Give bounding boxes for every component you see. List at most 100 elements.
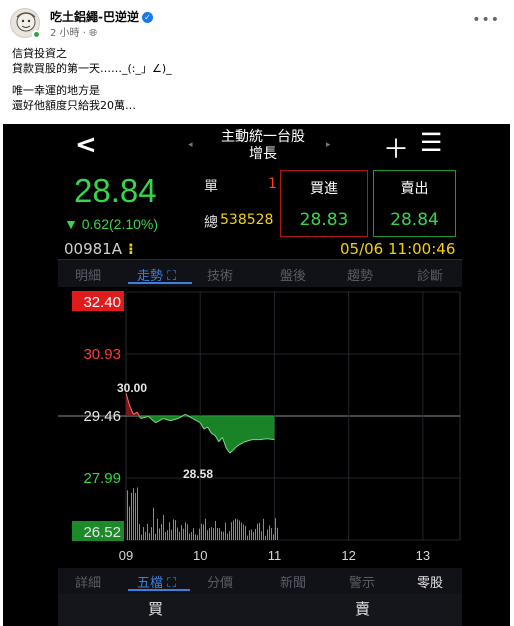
volume-bar bbox=[195, 534, 196, 540]
prev-stock-icon[interactable]: ◂ bbox=[188, 140, 193, 150]
next-stock-icon[interactable]: ▸ bbox=[326, 140, 331, 150]
volume-bar bbox=[135, 493, 136, 540]
volume-bar bbox=[207, 530, 208, 540]
tab-details[interactable]: 詳細 bbox=[75, 572, 101, 591]
post-time[interactable]: 2 小時 · bbox=[50, 28, 86, 39]
y-tick-label: 29.46 bbox=[83, 408, 121, 425]
stock-code-mark: ⁝ bbox=[128, 240, 134, 258]
volume-bar bbox=[259, 522, 260, 540]
high-price-label: 30.00 bbox=[117, 381, 147, 395]
total-volume: 538528 bbox=[220, 212, 274, 228]
volume-bar bbox=[233, 520, 234, 540]
y-tick-label: 32.40 bbox=[83, 294, 121, 311]
tab-technical[interactable]: 技術 bbox=[207, 265, 233, 284]
quote-datetime: 05/06 11:00:46 bbox=[340, 240, 456, 258]
volume-bar bbox=[211, 527, 212, 540]
last-price: 28.84 bbox=[74, 172, 157, 209]
volume-bar bbox=[247, 535, 248, 540]
volume-bar bbox=[193, 527, 194, 540]
volume-bar bbox=[183, 528, 184, 540]
volume-bar bbox=[255, 528, 256, 540]
y-tick-label: 26.52 bbox=[83, 524, 121, 541]
volume-bar bbox=[205, 518, 206, 540]
volume-bars bbox=[127, 487, 278, 540]
buy-label: 買進 bbox=[310, 181, 338, 197]
sell-price: 28.84 bbox=[390, 210, 439, 230]
volume-bar bbox=[273, 534, 274, 540]
volume-bar bbox=[239, 520, 240, 540]
volume-bar bbox=[197, 535, 198, 540]
tab-odd-lot[interactable]: 零股 bbox=[417, 572, 443, 591]
volume-bar bbox=[251, 529, 252, 540]
volume-bar bbox=[217, 527, 218, 540]
volume-bar bbox=[149, 533, 150, 540]
tab-trend-analysis[interactable]: 趨勢 bbox=[347, 265, 373, 284]
volume-bar bbox=[179, 531, 180, 540]
volume-bar bbox=[173, 519, 174, 540]
unit-volume: 1 bbox=[268, 176, 277, 192]
volume-bar bbox=[241, 522, 242, 540]
tab-after-hours[interactable]: 盤後 bbox=[280, 265, 306, 284]
volume-bar bbox=[231, 522, 232, 540]
y-tick-label: 30.93 bbox=[83, 346, 121, 363]
post-author[interactable]: 吃土鋁繩-巴逆逆 ✓ bbox=[50, 8, 153, 25]
volume-bar bbox=[139, 524, 140, 540]
volume-bar bbox=[265, 535, 266, 540]
tab-price-distribution[interactable]: 分價 bbox=[207, 572, 233, 591]
buy-column-header: 買 bbox=[148, 600, 164, 618]
intraday-chart[interactable]: 32.40 30.93 29.46 27.99 26.52 09 10 11 12 13 30.00… bbox=[58, 287, 462, 568]
volume-bar bbox=[143, 527, 144, 540]
volume-bar bbox=[271, 528, 272, 540]
more-options-icon[interactable]: ••• bbox=[472, 12, 500, 28]
volume-bar bbox=[153, 507, 154, 540]
volume-bar bbox=[253, 532, 254, 540]
volume-bar bbox=[177, 527, 178, 540]
volume-bar bbox=[275, 518, 276, 540]
author-name[interactable]: 吃土鋁繩-巴逆逆 bbox=[50, 10, 139, 24]
stock-code: 00981A bbox=[64, 240, 122, 258]
stock-app-screen: < ◂ 主動統一台股 增長 ▸ ＋ ☰ 28.84 ▼ 0.62(2.10%) … bbox=[58, 124, 462, 626]
tab-detail[interactable]: 明細 bbox=[75, 265, 101, 284]
x-tick-label: 10 bbox=[193, 548, 207, 563]
volume-bar bbox=[127, 490, 128, 540]
volume-bar bbox=[187, 524, 188, 540]
add-icon[interactable]: ＋ bbox=[383, 129, 409, 166]
tab-alerts[interactable]: 警示 bbox=[349, 572, 375, 591]
volume-bar bbox=[219, 528, 220, 540]
unit-label: 單 bbox=[204, 179, 218, 195]
volume-bar bbox=[145, 531, 146, 540]
buy-price: 28.83 bbox=[299, 210, 349, 230]
detail-tabs: 詳細 五檔 ⛶ 分價 新聞 警示 零股 bbox=[58, 568, 462, 594]
volume-bar bbox=[257, 523, 258, 540]
volume-bar bbox=[209, 528, 210, 540]
sell-label: 賣出 bbox=[400, 181, 429, 197]
tab-diagnosis[interactable]: 診斷 bbox=[417, 265, 443, 284]
volume-bar bbox=[267, 529, 268, 540]
volume-bar bbox=[175, 520, 176, 540]
volume-bar bbox=[221, 531, 222, 540]
volume-bar bbox=[269, 525, 270, 540]
x-tick-label: 11 bbox=[268, 548, 282, 563]
back-chevron-icon[interactable]: < bbox=[75, 130, 97, 160]
post-text-line: 唯一幸運的地方是 bbox=[12, 84, 100, 97]
volume-bar bbox=[229, 531, 230, 540]
volume-bar bbox=[137, 487, 138, 540]
volume-bar bbox=[201, 523, 202, 540]
volume-bar bbox=[161, 523, 162, 540]
volume-bar bbox=[159, 528, 160, 540]
verified-badge-icon: ✓ bbox=[141, 12, 153, 23]
price-change: ▼ 0.62(2.10%) bbox=[64, 216, 159, 232]
volume-bar bbox=[203, 524, 204, 540]
tab-news[interactable]: 新聞 bbox=[280, 572, 306, 591]
menu-icon[interactable]: ☰ bbox=[420, 128, 442, 157]
volume-bar bbox=[261, 531, 262, 540]
stock-title: 主動統一台股 增長 bbox=[208, 129, 318, 163]
post-text-line: 信貸投資之 bbox=[12, 47, 67, 60]
volume-bar bbox=[151, 527, 152, 540]
volume-bar bbox=[245, 526, 246, 540]
sell-column-header: 賣 bbox=[355, 600, 371, 618]
x-tick-label: 09 bbox=[119, 548, 133, 563]
post-image[interactable]: < ◂ 主動統一台股 增長 ▸ ＋ ☰ 28.84 ▼ 0.62(2.10%) … bbox=[3, 124, 510, 626]
volume-bar bbox=[237, 519, 238, 540]
x-tick-label: 13 bbox=[416, 548, 430, 563]
